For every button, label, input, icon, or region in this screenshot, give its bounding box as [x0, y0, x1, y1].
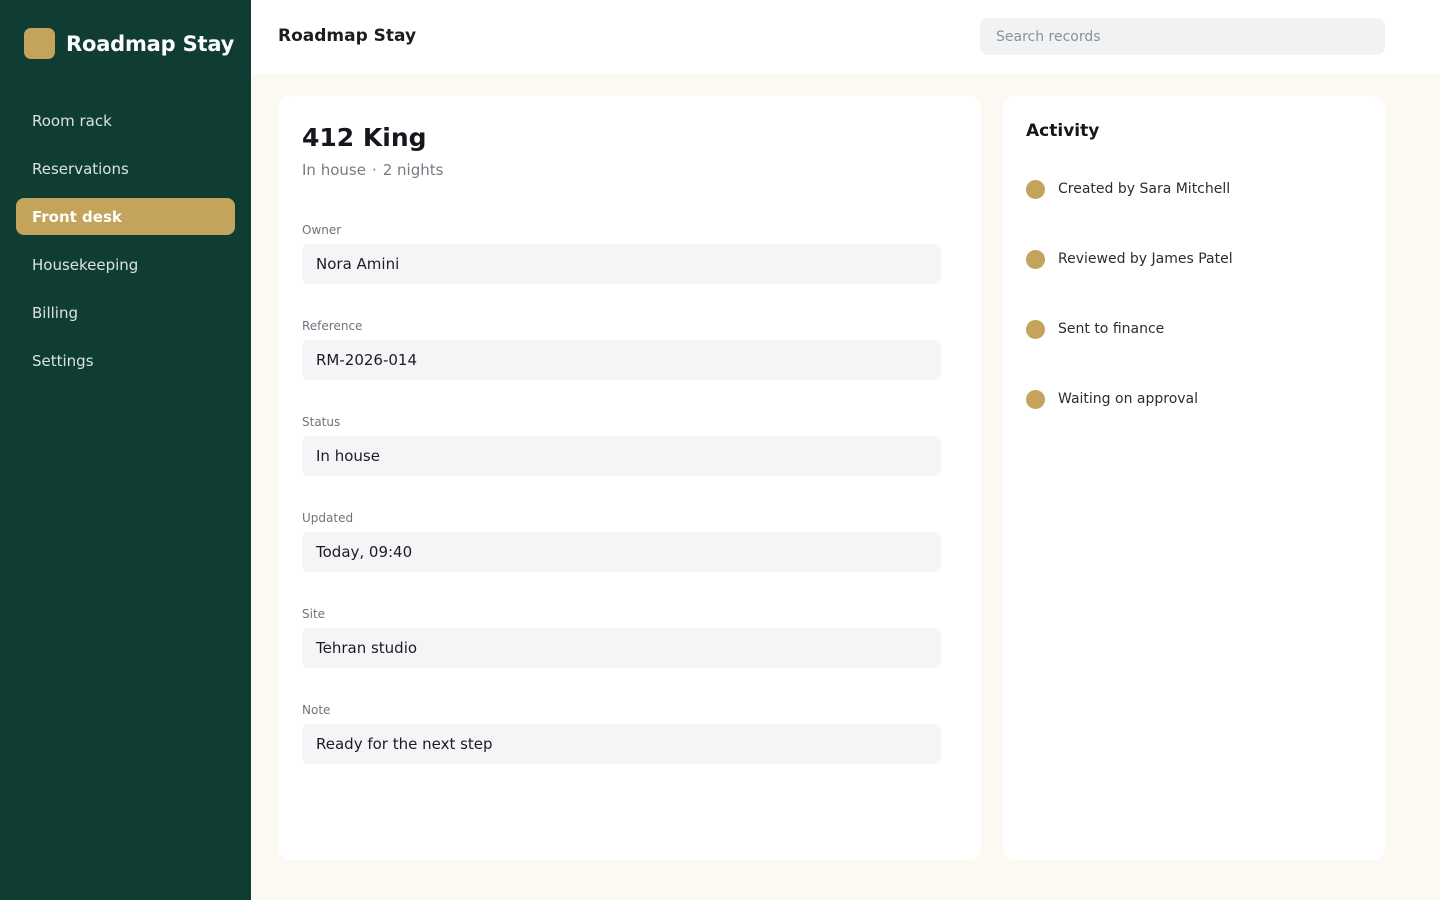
search-input[interactable] [980, 18, 1385, 55]
field-label: Note [302, 703, 331, 717]
record-title: 412 King [302, 123, 427, 152]
activity-dot-icon [1026, 250, 1045, 269]
record-fields: Owner Nora Amini Reference RM-2026-014 S… [302, 222, 941, 798]
sidebar-item-room-rack[interactable]: Room rack [16, 102, 235, 139]
field-updated: Updated Today, 09:40 [302, 510, 941, 606]
field-reference: Reference RM-2026-014 [302, 318, 941, 414]
site-field[interactable]: Tehran studio [302, 628, 941, 668]
field-note: Note Ready for the next step [302, 702, 941, 798]
activity-dot-icon [1026, 180, 1045, 199]
sidebar-item-front-desk[interactable]: Front desk [16, 198, 235, 235]
field-site: Site Tehran studio [302, 606, 941, 702]
list-item: Waiting on approval [1026, 388, 1233, 458]
note-field[interactable]: Ready for the next step [302, 724, 941, 764]
field-label: Updated [302, 511, 354, 525]
updated-field[interactable]: Today, 09:40 [302, 532, 941, 572]
list-item: Sent to finance [1026, 318, 1233, 388]
subtitle-separator: · [371, 161, 377, 179]
activity-text: Waiting on approval [1058, 391, 1199, 407]
list-item: Reviewed by James Patel [1026, 248, 1233, 318]
brand[interactable]: Roadmap Stay [24, 28, 234, 59]
status-field[interactable]: In house [302, 436, 941, 476]
field-label: Reference [302, 319, 363, 333]
sidebar: Roadmap Stay Room rack Reservations Fron… [0, 0, 251, 900]
page-title: Roadmap Stay [278, 26, 417, 46]
sidebar-item-reservations[interactable]: Reservations [16, 150, 235, 187]
field-label: Owner [302, 223, 342, 237]
sidebar-item-settings[interactable]: Settings [16, 342, 235, 379]
reference-field[interactable]: RM-2026-014 [302, 340, 941, 380]
sidebar-item-housekeeping[interactable]: Housekeeping [16, 246, 235, 283]
field-status: Status In house [302, 414, 941, 510]
record-detail-card: 412 King In house · 2 nights Owner Nora Am… [278, 96, 981, 860]
brand-logo-icon [24, 28, 55, 59]
sidebar-nav: Room rack Reservations Front desk Housek… [16, 102, 235, 390]
activity-text: Created by Sara Mitchell [1058, 181, 1231, 197]
activity-title: Activity [1026, 121, 1100, 141]
record-nights-text: 2 nights [382, 161, 444, 179]
list-item: Created by Sara Mitchell [1026, 178, 1233, 248]
brand-name: Roadmap Stay [66, 31, 235, 56]
activity-text: Sent to finance [1058, 321, 1165, 337]
owner-field[interactable]: Nora Amini [302, 244, 941, 284]
activity-text: Reviewed by James Patel [1058, 251, 1233, 267]
activity-panel: Activity Created by Sara Mitchell Review… [1003, 96, 1385, 860]
top-bar: Roadmap Stay [251, 0, 1440, 74]
field-label: Site [302, 607, 326, 621]
activity-list: Created by Sara Mitchell Reviewed by Jam… [1026, 178, 1233, 458]
activity-dot-icon [1026, 390, 1045, 409]
field-label: Status [302, 415, 341, 429]
activity-dot-icon [1026, 320, 1045, 339]
record-subtitle: In house · 2 nights [302, 161, 443, 179]
record-status-text: In house [302, 161, 366, 179]
field-owner: Owner Nora Amini [302, 222, 941, 318]
sidebar-item-billing[interactable]: Billing [16, 294, 235, 331]
